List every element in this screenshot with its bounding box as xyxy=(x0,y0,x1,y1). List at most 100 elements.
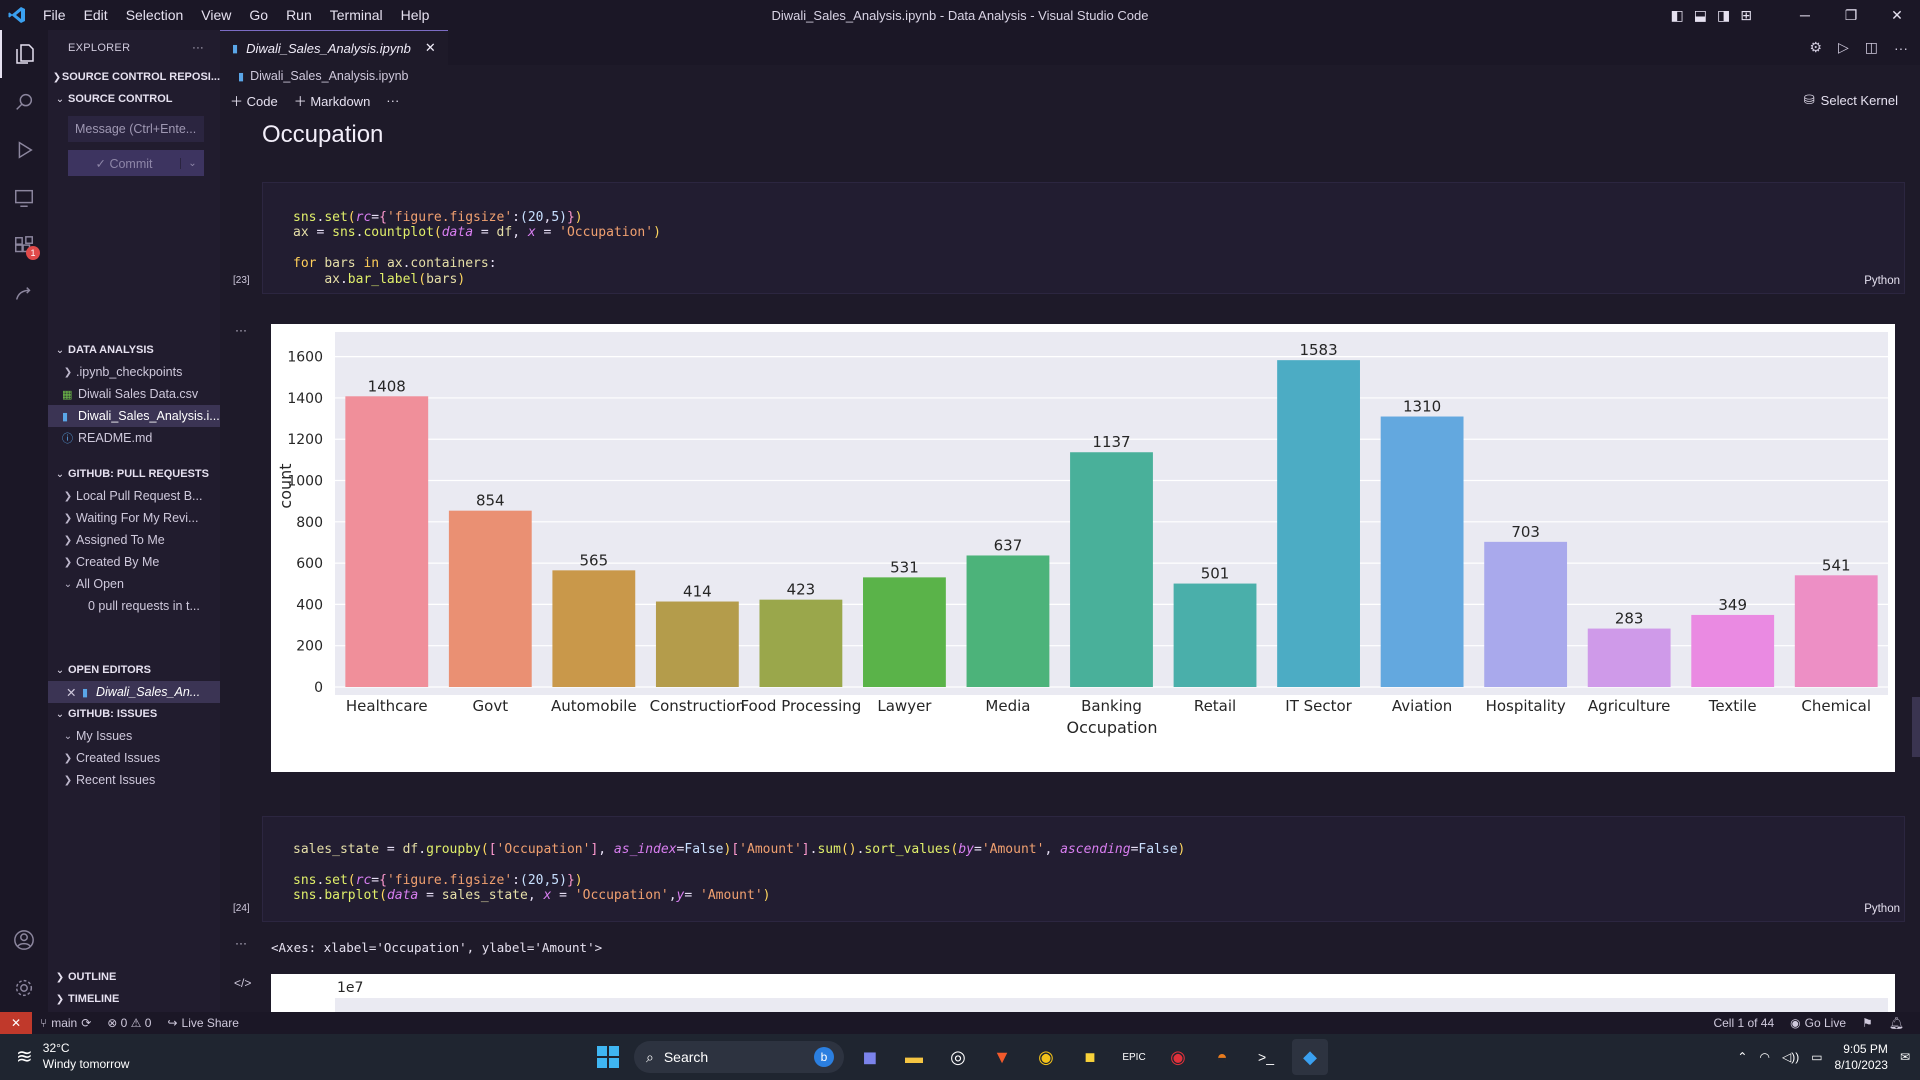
select-kernel-button[interactable]: ⛁ Select Kernel xyxy=(1804,92,1898,108)
bar-value-label: 283 xyxy=(1615,610,1644,628)
branch-indicator[interactable]: ⑂ main ⟳ xyxy=(32,1016,99,1030)
wifi-icon[interactable]: ◠ xyxy=(1759,1050,1769,1064)
taskbar-search-box[interactable]: ⌕ Search b xyxy=(634,1041,844,1073)
remote-indicator-icon[interactable]: ✕ xyxy=(0,1012,32,1034)
start-button-icon[interactable] xyxy=(590,1039,626,1075)
problems-indicator[interactable]: ⊗ 0 ⚠ 0 xyxy=(99,1016,159,1030)
code-editor[interactable]: sales_state = df.groupby(['Occupation'],… xyxy=(293,826,1185,904)
commit-dropdown-icon[interactable]: ⌄ xyxy=(180,157,204,169)
teams-chat-icon[interactable]: ◼ xyxy=(852,1039,888,1075)
commit-message-input[interactable]: Message (Ctrl+Ente... xyxy=(68,116,204,142)
section-issues[interactable]: ⌄ GITHUB: ISSUES xyxy=(48,703,220,725)
app-icon[interactable]: ◓ xyxy=(1204,1039,1240,1075)
pr-query-item[interactable]: ❯ Assigned To Me xyxy=(48,529,220,551)
scrollbar-thumb[interactable] xyxy=(1912,697,1920,757)
menu-file[interactable]: File xyxy=(34,0,75,30)
toggle-secondary-sidebar-icon[interactable]: ◨ xyxy=(1717,7,1730,24)
obs-icon[interactable]: ◎ xyxy=(940,1039,976,1075)
settings-gear-icon[interactable]: ⚙ xyxy=(1809,39,1822,56)
menu-help[interactable]: Help xyxy=(392,0,439,30)
file-item[interactable]: ❯ .ipynb_checkpoints xyxy=(48,361,220,383)
run-icon[interactable]: ▷ xyxy=(1838,39,1849,56)
menu-edit[interactable]: Edit xyxy=(75,0,117,30)
commit-button[interactable]: ✓ Commit ⌄ xyxy=(68,150,204,176)
output-more-icon[interactable]: ··· xyxy=(235,936,247,950)
run-debug-icon[interactable] xyxy=(0,126,48,174)
terminal-icon[interactable]: >_ xyxy=(1248,1039,1284,1075)
extensions-icon[interactable]: 1 xyxy=(0,222,48,270)
menu-selection[interactable]: Selection xyxy=(117,0,193,30)
issues-item[interactable]: ❯ Recent Issues xyxy=(48,769,220,791)
open-editor-item[interactable]: ✕ ▮ Diwali_Sales_An... xyxy=(48,681,220,703)
section-pull-requests[interactable]: ⌄ GITHUB: PULL REQUESTS xyxy=(48,463,220,485)
explorer-icon[interactable] xyxy=(0,30,48,78)
weather-widget[interactable]: ≋ 32°C Windy tomorrow xyxy=(16,1040,129,1072)
bar-chemical xyxy=(1794,575,1878,687)
explorer-more-icon[interactable]: ··· xyxy=(192,42,204,54)
file-item-selected[interactable]: ▮ Diwali_Sales_Analysis.i... xyxy=(48,405,220,427)
tab-notebook[interactable]: ▮ Diwali_Sales_Analysis.ipynb ✕ xyxy=(220,30,448,65)
more-actions-icon[interactable]: ··· xyxy=(1894,40,1908,56)
remote-explorer-icon[interactable] xyxy=(0,174,48,222)
section-timeline[interactable]: ❯ TIMELINE xyxy=(48,988,220,1010)
issues-item[interactable]: ⌄ My Issues xyxy=(48,725,220,747)
pr-query-item[interactable]: ⌄ All Open xyxy=(48,573,220,595)
manage-gear-icon[interactable] xyxy=(0,964,48,1012)
add-markdown-cell-button[interactable]: ＋ Markdown xyxy=(294,91,371,110)
feedback-icon[interactable]: ⚑ xyxy=(1854,1016,1881,1030)
chevron-right-icon: ❯ xyxy=(55,971,65,983)
toolbar-more-icon[interactable]: ··· xyxy=(386,93,399,108)
restore-button[interactable]: ❐ xyxy=(1828,7,1874,24)
cell-language[interactable]: Python xyxy=(1864,275,1900,287)
file-item[interactable]: ⓘ README.md xyxy=(48,427,220,449)
file-explorer-icon[interactable]: ▬ xyxy=(896,1039,932,1075)
section-data-analysis[interactable]: ⌄ DATA ANALYSIS xyxy=(48,339,220,361)
volume-icon[interactable]: ◁)) xyxy=(1782,1050,1799,1064)
battery-icon[interactable]: ▭ xyxy=(1811,1050,1822,1064)
code-cell[interactable]: sales_state = df.groupby(['Occupation'],… xyxy=(233,816,1905,922)
clock[interactable]: 9:05 PM 8/10/2023 xyxy=(1835,1041,1888,1073)
accounts-icon[interactable] xyxy=(0,916,48,964)
menu-run[interactable]: Run xyxy=(277,0,321,30)
code-cell[interactable]: sns.set(rc={'figure.figsize':(20,5)}) ax … xyxy=(233,182,1905,294)
sticky-notes-icon[interactable]: ■ xyxy=(1072,1039,1108,1075)
menu-terminal[interactable]: Terminal xyxy=(321,0,392,30)
split-editor-icon[interactable]: ◫ xyxy=(1865,39,1878,56)
output-html-icon[interactable]: </> xyxy=(234,976,251,990)
notification-icon[interactable]: ✉ xyxy=(1900,1050,1910,1064)
section-source-control-repos[interactable]: ❯ SOURCE CONTROL REPOSI... xyxy=(48,66,220,88)
pr-query-item[interactable]: ❯ Waiting For My Revi... xyxy=(48,507,220,529)
chevron-up-icon[interactable]: ⌃ xyxy=(1737,1050,1747,1064)
cell-indicator[interactable]: Cell 1 of 44 xyxy=(1705,1016,1782,1030)
minimize-button[interactable]: ─ xyxy=(1782,7,1828,23)
chrome-icon[interactable]: ◉ xyxy=(1028,1039,1064,1075)
go-live-button[interactable]: ◉ Go Live xyxy=(1782,1016,1854,1030)
section-outline[interactable]: ❯ OUTLINE xyxy=(48,966,220,988)
code-editor[interactable]: sns.set(rc={'figure.figsize':(20,5)}) ax … xyxy=(293,194,661,287)
live-share-icon[interactable] xyxy=(0,270,48,318)
close-window-button[interactable]: ✕ xyxy=(1874,7,1920,24)
output-more-icon[interactable]: ··· xyxy=(235,323,247,337)
add-code-cell-button[interactable]: ＋ Code xyxy=(230,91,278,110)
close-tab-icon[interactable]: ✕ xyxy=(425,40,436,56)
section-source-control[interactable]: ⌄ SOURCE CONTROL xyxy=(48,88,220,110)
brave-browser-icon[interactable]: ▼ xyxy=(984,1039,1020,1075)
toggle-primary-sidebar-icon[interactable]: ◧ xyxy=(1671,7,1684,24)
search-icon[interactable] xyxy=(0,78,48,126)
notifications-bell-icon[interactable]: 🔔︎ xyxy=(1881,1016,1912,1030)
menu-go[interactable]: Go xyxy=(240,0,277,30)
epic-games-icon[interactable]: EPIC xyxy=(1116,1039,1152,1075)
record-app-icon[interactable]: ◉ xyxy=(1160,1039,1196,1075)
section-open-editors[interactable]: ⌄ OPEN EDITORS xyxy=(48,659,220,681)
customize-layout-icon[interactable]: ⊞ xyxy=(1740,7,1752,24)
close-icon[interactable]: ✕ xyxy=(66,685,82,700)
menu-view[interactable]: View xyxy=(192,0,240,30)
file-item[interactable]: ▦ Diwali Sales Data.csv xyxy=(48,383,220,405)
pr-query-item[interactable]: ❯ Local Pull Request B... xyxy=(48,485,220,507)
issues-item[interactable]: ❯ Created Issues xyxy=(48,747,220,769)
live-share-status[interactable]: ↪ Live Share xyxy=(159,1016,246,1030)
pr-query-item[interactable]: ❯ Created By Me xyxy=(48,551,220,573)
vscode-taskbar-icon[interactable]: ◆ xyxy=(1292,1039,1328,1075)
toggle-panel-icon[interactable]: ⬓ xyxy=(1694,7,1707,24)
cell-language[interactable]: Python xyxy=(1864,903,1900,915)
